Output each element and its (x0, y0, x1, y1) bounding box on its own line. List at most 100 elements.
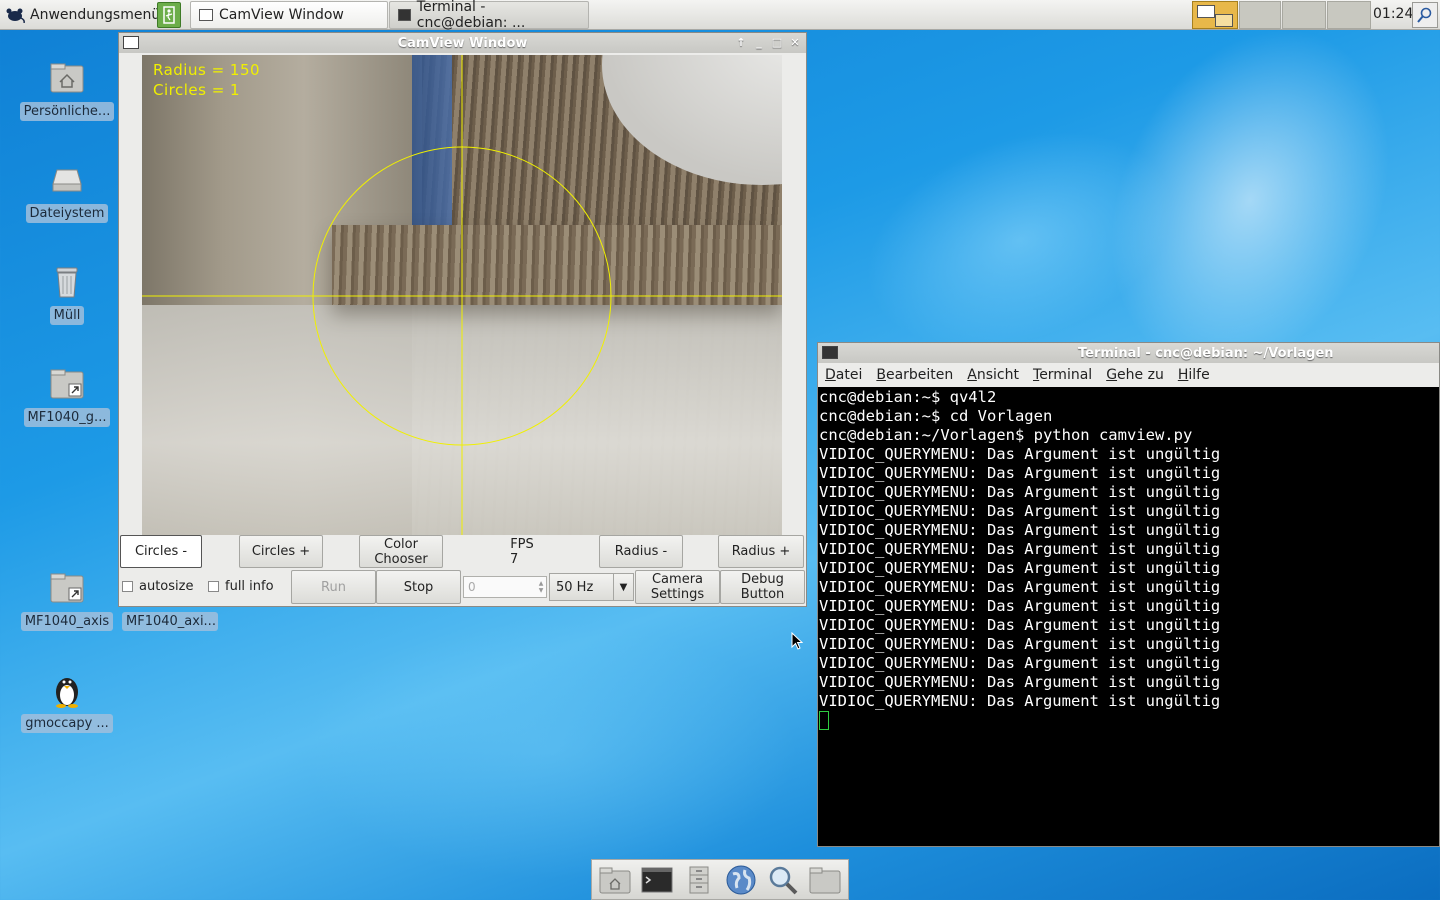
taskbar-item-terminal[interactable]: Terminal - cnc@debian: ... (389, 0, 589, 31)
workspace-2[interactable] (1239, 1, 1281, 29)
terminal-line: VIDIOC_QUERYMENU: Das Argument ist ungül… (819, 673, 1221, 691)
terminal-line: VIDIOC_QUERYMENU: Das Argument ist ungül… (819, 616, 1221, 634)
button-label: Debug (741, 572, 784, 587)
terminal-line: VIDIOC_QUERYMENU: Das Argument ist ungül… (819, 445, 1221, 463)
shade-icon[interactable]: ↑ (734, 35, 748, 49)
button-label: Chooser (374, 551, 428, 567)
menu-bearbeiten[interactable]: Bearbeiten (869, 367, 960, 383)
terminal-icon (641, 867, 673, 892)
menu-ansicht[interactable]: Ansicht (960, 367, 1026, 383)
folder-link-icon (50, 573, 84, 603)
terminal-line: VIDIOC_QUERYMENU: Das Argument ist ungül… (819, 540, 1221, 558)
color-chooser-button[interactable]: Color Chooser (359, 535, 443, 568)
window-title: Terminal - cnc@debian: ~/Vorlagen (1078, 345, 1334, 361)
menu-gehe-zu[interactable]: Gehe zu (1099, 367, 1171, 383)
window-menu-icon[interactable] (123, 36, 139, 49)
menu-label: atei (835, 367, 863, 383)
button-label: Color (384, 536, 418, 552)
terminal-line: VIDIOC_QUERYMENU: Das Argument ist ungül… (819, 483, 1221, 501)
desktop-icon-mf1040-axis[interactable]: MF1040_axis (19, 568, 115, 631)
fps-value: 7 (510, 552, 519, 567)
menu-datei[interactable]: Datei (818, 367, 869, 383)
file-manager-icon (689, 866, 709, 893)
frequency-value: 50 Hz (556, 579, 594, 595)
dock-search[interactable] (764, 862, 802, 898)
frequency-select[interactable]: 50 Hz ▼ (549, 573, 634, 601)
applications-menu-label: Anwendungsmenü (30, 7, 161, 23)
taskbar-item-label: Terminal - cnc@debian: ... (416, 0, 526, 31)
logout-button[interactable] (157, 2, 181, 28)
circles-readout: Circles = 1 (153, 81, 241, 99)
menu-label: ilfe (1188, 367, 1210, 383)
workspace-window-thumb (1215, 14, 1233, 27)
window-title: CamView Window (397, 35, 528, 51)
circles-minus-button[interactable]: Circles - (120, 535, 202, 568)
desktop-icon-trash[interactable]: Müll (19, 262, 115, 325)
desktop-icon-label: gmoccapy ... (21, 714, 113, 733)
drive-icon (52, 169, 82, 192)
window-icon (199, 9, 213, 21)
menu-terminal[interactable]: Terminal (1026, 367, 1099, 383)
terminal-titlebar[interactable]: Terminal - cnc@debian: ~/Vorlagen (818, 343, 1439, 363)
button-label: Button (740, 587, 785, 602)
menu-mnemonic: A (967, 367, 977, 383)
terminal-line: VIDIOC_QUERYMENU: Das Argument ist ungül… (819, 635, 1221, 653)
desktop-icon-label: Persönliche... (19, 102, 115, 121)
dock-home-folder[interactable] (596, 862, 634, 898)
applications-menu-button[interactable]: Anwendungsmenü (4, 3, 160, 27)
button-label: Circles + (251, 544, 311, 559)
top-panel: Anwendungsmenü CamView Window Terminal -… (0, 0, 1440, 31)
xfce-mouse-icon (6, 8, 25, 23)
value-spin-input[interactable]: 0 ▲ ▼ (463, 576, 547, 598)
autosize-checkbox[interactable] (122, 581, 133, 592)
terminal-icon[interactable] (822, 346, 838, 359)
panel-search-button[interactable] (1412, 2, 1438, 28)
minimize-icon[interactable]: _ (752, 35, 766, 49)
button-label: Stop (403, 579, 434, 595)
debug-button[interactable]: Debug Button (720, 570, 805, 604)
dock-folder[interactable] (806, 862, 844, 898)
terminal-line: cnc@debian:~$ qv4l2 (819, 388, 997, 406)
desktop-icon-filesystem[interactable]: Dateiystem (19, 160, 115, 223)
close-icon[interactable]: ✕ (788, 35, 802, 49)
desktop-icon-gmoccapy[interactable]: gmoccapy ... (19, 670, 115, 733)
workspace-4[interactable] (1327, 1, 1371, 29)
spin-arrows[interactable]: ▲ ▼ (536, 577, 546, 597)
desktop-icon-label: MF1040_axis (20, 612, 114, 631)
camview-titlebar[interactable]: CamView Window ↑ _ □ ✕ (119, 33, 806, 53)
button-label: Circles - (134, 544, 188, 559)
terminal-line: VIDIOC_QUERYMENU: Das Argument ist ungül… (819, 521, 1221, 539)
dock-terminal[interactable] (638, 862, 676, 898)
workspace-3[interactable] (1282, 1, 1326, 29)
terminal-window: Terminal - cnc@debian: ~/Vorlagen Datei … (817, 342, 1440, 847)
camera-view[interactable]: Radius = 150 Circles = 1 (142, 55, 782, 535)
desktop-icon-home[interactable]: Persönliche... (19, 58, 115, 121)
taskbar-item-label: CamView Window (219, 7, 344, 23)
menu-label: erminal (1039, 367, 1093, 383)
menu-mnemonic: B (876, 367, 886, 383)
menu-hilfe[interactable]: Hilfe (1171, 367, 1217, 383)
maximize-icon[interactable]: □ (770, 35, 784, 49)
button-label: Camera (651, 572, 704, 587)
radius-plus-button[interactable]: Radius + (718, 535, 804, 568)
dock-web-browser[interactable] (722, 862, 760, 898)
stop-button[interactable]: Stop (376, 570, 461, 604)
workspace-1[interactable] (1192, 1, 1238, 29)
circles-plus-button[interactable]: Circles + (239, 535, 323, 568)
taskbar-item-camview[interactable]: CamView Window (190, 1, 388, 29)
run-button[interactable]: Run (291, 570, 376, 604)
search-icon (769, 866, 798, 894)
terminal-output[interactable]: cnc@debian:~$ qv4l2 cnc@debian:~$ cd Vorl… (818, 387, 1439, 846)
full-info-checkbox[interactable] (208, 581, 219, 592)
camera-settings-button[interactable]: Camera Settings (635, 570, 720, 604)
panel-clock[interactable]: 01:24 (1373, 6, 1413, 22)
menu-label: ehe zu (1117, 367, 1164, 383)
dock-file-manager[interactable] (680, 862, 718, 898)
home-folder-icon (50, 63, 84, 93)
desktop-icon-mf1040-g[interactable]: MF1040_g... (19, 364, 115, 427)
radius-minus-button[interactable]: Radius - (599, 535, 683, 568)
camview-window: CamView Window ↑ _ □ ✕ Radius = 150 Circ… (118, 32, 807, 607)
exit-icon (163, 6, 175, 24)
fps-caption: FPS (510, 537, 534, 552)
button-label: Radius - (614, 544, 668, 559)
